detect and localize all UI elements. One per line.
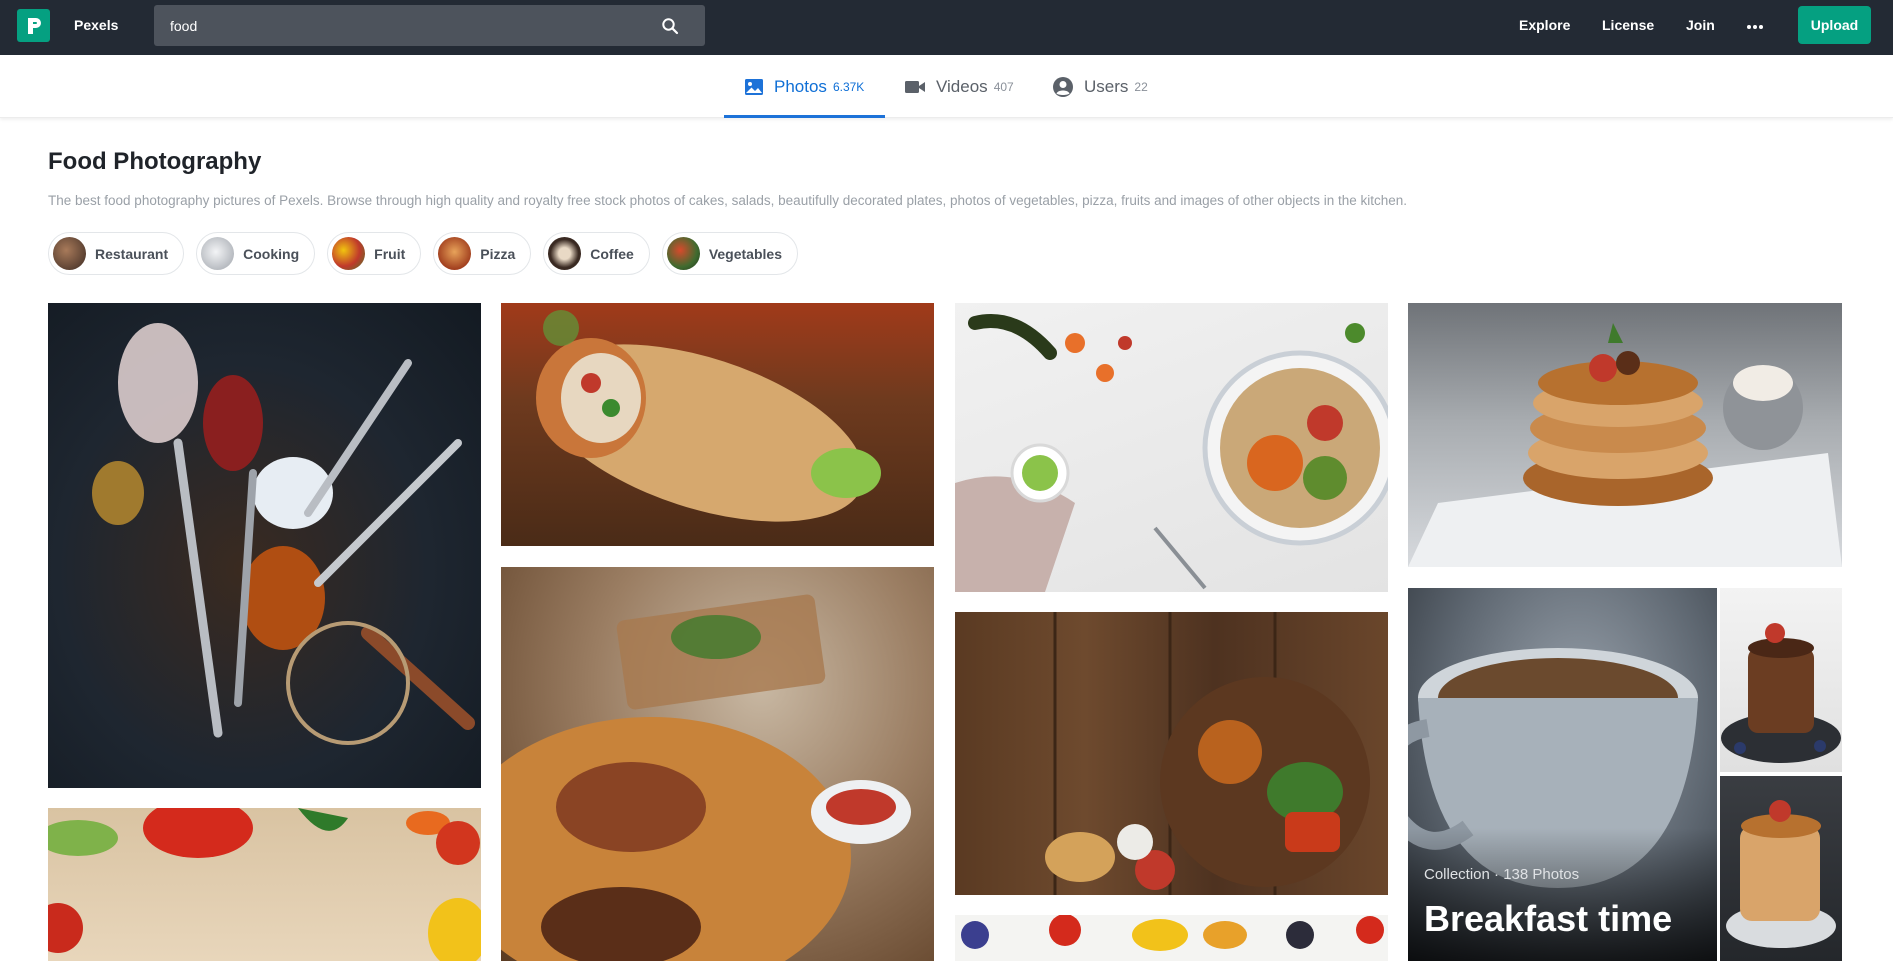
burrito-illustration	[536, 310, 881, 522]
tab-photos[interactable]: Photos 6.37K	[744, 55, 864, 118]
brand-name[interactable]: Pexels	[74, 17, 118, 33]
photo-spices[interactable]	[48, 303, 481, 788]
spices-illustration	[92, 323, 475, 745]
nav-join-link[interactable]: Join	[1686, 17, 1715, 33]
chip-label: Fruit	[374, 245, 406, 262]
tab-users-count: 22	[1134, 79, 1148, 94]
fruit-illustration	[961, 915, 1384, 951]
pancakes-illustration	[1408, 323, 1842, 567]
chip-label: Vegetables	[708, 245, 782, 262]
chip-label: Cooking	[243, 245, 300, 262]
photo-burger-table[interactable]	[955, 612, 1388, 895]
tab-photos-label: Photos	[774, 76, 827, 96]
tab-users[interactable]: Users 22	[1052, 55, 1148, 118]
active-tab-indicator	[724, 115, 885, 118]
chip-thumb	[666, 237, 700, 270]
collection-thumb-pancakes-2[interactable]	[1720, 776, 1842, 961]
page-description: The best food photography pictures of Pe…	[48, 193, 1408, 208]
photo-pancakes[interactable]	[1408, 303, 1842, 567]
collection-thumb-pancakes-1[interactable]	[1720, 588, 1842, 772]
chip-cooking[interactable]: Cooking	[196, 232, 316, 275]
photo-biryani[interactable]	[501, 567, 934, 961]
related-searches: Restaurant Cooking Fruit Pizza Coffee Ve…	[48, 232, 798, 275]
photo-vegetables-board[interactable]	[48, 808, 481, 961]
video-camera-icon	[905, 80, 925, 93]
chip-thumb	[332, 237, 366, 270]
chip-thumb	[548, 237, 582, 270]
photo-burrito[interactable]	[501, 303, 934, 546]
more-dots-icon[interactable]	[1746, 24, 1764, 30]
page-title: Food Photography	[48, 148, 262, 175]
collection-caption: Collection · 138 Photos	[1424, 866, 1580, 883]
collection-title[interactable]: Breakfast time	[1424, 898, 1672, 940]
pexels-logo-icon[interactable]	[17, 9, 50, 42]
chip-thumb	[53, 237, 86, 270]
upload-button[interactable]: Upload	[1798, 6, 1871, 44]
tab-users-label: Users	[1084, 76, 1129, 96]
search-icon[interactable]	[661, 17, 679, 35]
search-bar[interactable]	[154, 5, 705, 46]
pancake-stack-illustration	[1721, 623, 1841, 763]
search-tabs: Photos 6.37K Videos 407 Users 22	[0, 55, 1893, 118]
chip-thumb	[438, 237, 472, 270]
search-input[interactable]	[170, 5, 650, 46]
chip-label: Coffee	[590, 245, 634, 262]
pancake-stack-illustration	[1726, 800, 1836, 948]
chip-label: Pizza	[480, 245, 516, 262]
vegetables-illustration	[48, 808, 481, 961]
chip-vegetables[interactable]: Vegetables	[661, 232, 798, 275]
vegetable-bowl-illustration	[955, 314, 1388, 592]
chip-coffee[interactable]: Coffee	[543, 232, 650, 275]
chip-pizza[interactable]: Pizza	[433, 232, 532, 275]
top-navbar: Pexels Explore License Join Upload	[0, 0, 1893, 55]
photo-fruit-bowl[interactable]	[955, 915, 1388, 961]
tab-photos-count: 6.37K	[832, 79, 865, 94]
chip-label: Restaurant	[95, 245, 169, 262]
photo-vegetable-bowl[interactable]	[955, 303, 1388, 592]
chip-thumb	[201, 237, 235, 270]
burger-table-illustration	[1045, 612, 1370, 895]
chip-restaurant[interactable]: Restaurant	[48, 232, 185, 275]
tab-videos-label: Videos	[936, 76, 988, 96]
tab-videos[interactable]: Videos 407	[904, 55, 1014, 118]
biryani-illustration	[501, 594, 911, 961]
user-icon	[1053, 76, 1073, 97]
nav-license-link[interactable]: License	[1602, 17, 1654, 33]
image-icon	[745, 78, 763, 95]
nav-explore-link[interactable]: Explore	[1519, 17, 1570, 33]
chip-fruit[interactable]: Fruit	[327, 232, 422, 275]
tab-videos-count: 407	[993, 79, 1014, 94]
